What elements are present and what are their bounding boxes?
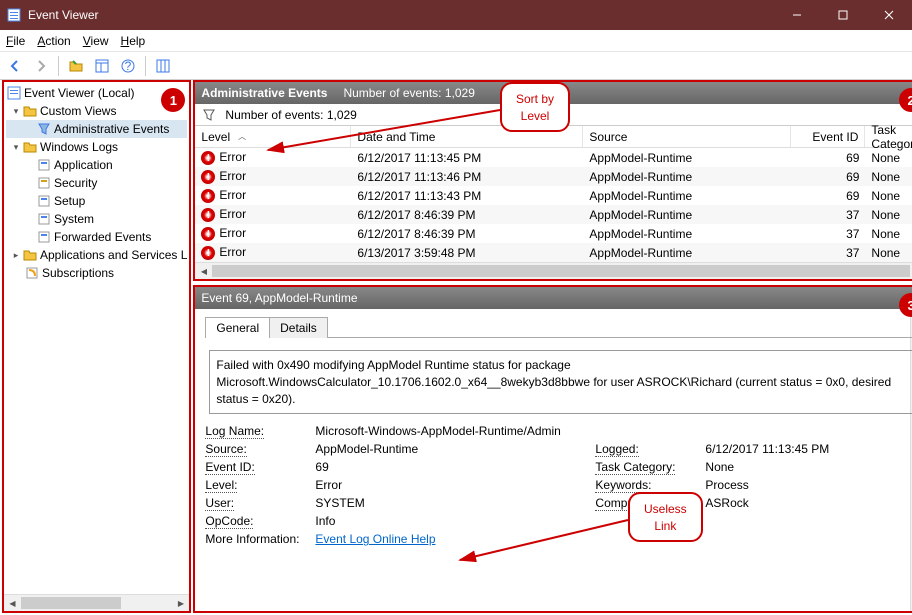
tree-admin-events[interactable]: Administrative Events <box>6 120 187 138</box>
toolbar: ? <box>0 52 912 80</box>
tree-scrollbar-h[interactable]: ◀▶ <box>4 594 189 611</box>
table-row[interactable]: !Error6/12/2017 8:46:39 PMAppModel-Runti… <box>195 205 912 224</box>
titlebar: Event Viewer <box>0 0 912 30</box>
tree-log-application[interactable]: Application <box>6 156 187 174</box>
menu-help[interactable]: Help <box>121 34 146 48</box>
minimize-button[interactable] <box>774 0 820 30</box>
col-source[interactable]: Source <box>583 126 791 147</box>
callout-sort: Sort by Level <box>500 82 570 132</box>
back-button[interactable] <box>4 55 26 77</box>
table-row[interactable]: !Error6/12/2017 11:13:46 PMAppModel-Runt… <box>195 167 912 186</box>
columns-button[interactable] <box>152 55 174 77</box>
forward-button[interactable] <box>30 55 52 77</box>
filter-icon <box>201 107 217 123</box>
menubar: File Action View Help <box>0 30 912 52</box>
tree-windows-logs[interactable]: ▾Windows Logs <box>6 138 187 156</box>
close-button[interactable] <box>866 0 912 30</box>
error-icon: ! <box>201 151 215 165</box>
table-row[interactable]: !Error6/12/2017 11:13:43 PMAppModel-Runt… <box>195 186 912 205</box>
online-help-link[interactable]: Event Log Online Help <box>315 532 435 546</box>
menu-view[interactable]: View <box>83 34 109 48</box>
col-level[interactable]: Level︿ <box>195 126 351 147</box>
error-icon: ! <box>201 208 215 222</box>
callout-useless-link: Useless Link <box>628 492 703 542</box>
col-task-category[interactable]: Task Category <box>865 126 912 147</box>
table-row[interactable]: !Error6/12/2017 8:46:39 PMAppModel-Runti… <box>195 224 912 243</box>
error-icon: ! <box>201 189 215 203</box>
tree-log-setup[interactable]: Setup <box>6 192 187 210</box>
events-grid: Level︿ Date and Time Source Event ID Tas… <box>195 126 912 262</box>
panes-button[interactable] <box>91 55 113 77</box>
svg-text:?: ? <box>125 59 132 73</box>
event-properties: Log Name:Microsoft-Windows-AppModel-Runt… <box>205 424 912 546</box>
sort-ascending-icon: ︿ <box>238 131 246 142</box>
tree-subscriptions[interactable]: Subscriptions <box>6 264 187 282</box>
tree-log-security[interactable]: Security <box>6 174 187 192</box>
tree-panel: 1 Event Viewer (Local) ▾Custom Views Adm… <box>2 80 191 613</box>
app-icon <box>0 7 28 23</box>
menu-file[interactable]: File <box>6 34 25 48</box>
tree-apps-services[interactable]: ▸Applications and Services L <box>6 246 187 264</box>
tab-details[interactable]: Details <box>269 317 328 338</box>
table-row[interactable]: !Error6/13/2017 3:59:48 PMAppModel-Runti… <box>195 243 912 262</box>
tree-root[interactable]: Event Viewer (Local) <box>6 84 187 102</box>
col-event-id[interactable]: Event ID <box>791 126 865 147</box>
table-row[interactable]: !Error6/12/2017 11:13:45 PMAppModel-Runt… <box>195 148 912 167</box>
window-title: Event Viewer <box>28 8 774 22</box>
detail-header: Event 69, AppModel-Runtime <box>195 287 912 309</box>
error-icon: ! <box>201 246 215 260</box>
folder-button[interactable] <box>65 55 87 77</box>
event-detail-panel: Event 69, AppModel-Runtime ▲▼ General De… <box>193 285 912 613</box>
tree-log-forwarded[interactable]: Forwarded Events <box>6 228 187 246</box>
grid-scrollbar-h[interactable]: ◀▶ <box>195 262 912 279</box>
tree-log-system[interactable]: System <box>6 210 187 228</box>
tab-general[interactable]: General <box>205 317 270 338</box>
maximize-button[interactable] <box>820 0 866 30</box>
event-message: Failed with 0x490 modifying AppModel Run… <box>209 350 912 414</box>
menu-action[interactable]: Action <box>37 34 70 48</box>
tree-custom-views[interactable]: ▾Custom Views <box>6 102 187 120</box>
error-icon: ! <box>201 170 215 184</box>
error-icon: ! <box>201 227 215 241</box>
help-button[interactable]: ? <box>117 55 139 77</box>
